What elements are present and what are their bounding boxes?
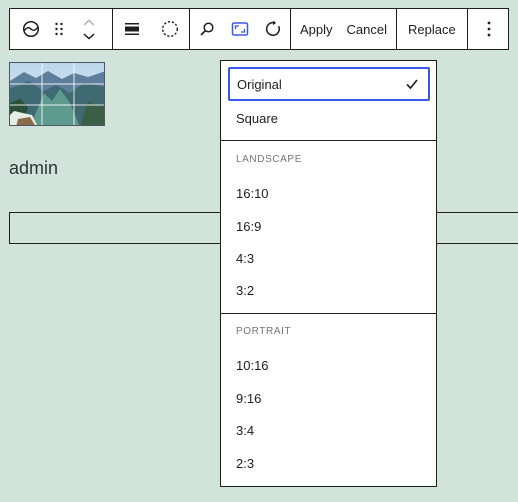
menu-item-2-3[interactable]: 2:3 <box>228 446 430 480</box>
rotate-icon <box>265 20 280 37</box>
more-vertical-icon <box>487 21 491 37</box>
menu-item-original[interactable]: Original <box>228 67 430 101</box>
menu-item-label: 3:4 <box>236 422 255 438</box>
menu-item-label: 2:3 <box>236 455 255 471</box>
search-icon <box>200 22 214 36</box>
options-group <box>468 9 510 49</box>
menu-item-3-4[interactable]: 3:4 <box>228 413 430 447</box>
move-down-icon[interactable] <box>82 31 96 41</box>
menu-item-label: Original <box>237 76 282 92</box>
crop-actions-group: Apply Cancel <box>291 9 397 49</box>
menu-section-portrait: PORTRAIT 10:16 9:16 3:4 2:3 <box>221 314 436 486</box>
menu-section-original: Original Square <box>221 61 436 140</box>
menu-item-3-2[interactable]: 3:2 <box>228 273 430 307</box>
menu-section-landscape: LANDSCAPE 16:10 16:9 4:3 3:2 <box>221 141 436 313</box>
drag-handle-icon <box>55 22 63 36</box>
move-buttons <box>66 9 112 49</box>
zoom-button[interactable] <box>190 9 224 49</box>
replace-group: Replace <box>397 9 468 49</box>
drag-handle[interactable] <box>52 9 66 49</box>
avatar-image-crop[interactable] <box>9 62 105 126</box>
aspect-ratio-icon <box>231 22 249 36</box>
avatar-block-icon <box>22 20 40 38</box>
menu-item-label: 4:3 <box>236 250 255 266</box>
crop-tools-group <box>190 9 291 49</box>
portrait-group-label: PORTRAIT <box>236 326 292 337</box>
rotate-button[interactable] <box>256 9 290 49</box>
menu-item-label: 9:16 <box>236 390 262 406</box>
aspect-ratio-menu: Original Square LANDSCAPE 16:10 16:9 4:3… <box>220 60 437 487</box>
menu-item-label: Square <box>236 110 278 126</box>
menu-item-16-9[interactable]: 16:9 <box>228 209 430 243</box>
replace-button[interactable]: Replace <box>399 9 465 49</box>
menu-item-square[interactable]: Square <box>228 101 430 135</box>
menu-item-label: 3:2 <box>236 282 255 298</box>
landscape-photo <box>10 63 104 125</box>
align-button[interactable] <box>113 9 151 49</box>
align-shape-group <box>113 9 190 49</box>
move-up-icon[interactable] <box>82 18 96 28</box>
align-none-icon <box>125 23 139 35</box>
more-options-button[interactable] <box>468 9 510 49</box>
menu-item-10-16[interactable]: 10:16 <box>228 348 430 382</box>
cancel-button[interactable]: Cancel <box>340 9 394 49</box>
author-name: admin <box>9 158 59 178</box>
block-switcher-group <box>10 9 113 49</box>
menu-item-16-10[interactable]: 16:10 <box>228 176 430 210</box>
menu-item-label: 16:9 <box>236 218 262 234</box>
block-toolbar: Apply Cancel Replace <box>9 8 509 50</box>
check-icon <box>406 79 418 90</box>
menu-item-9-16[interactable]: 9:16 <box>228 381 430 415</box>
menu-item-label: 10:16 <box>236 357 269 373</box>
menu-item-4-3[interactable]: 4:3 <box>228 241 430 275</box>
menu-item-label: 16:10 <box>236 185 269 201</box>
aspect-ratio-button[interactable] <box>224 9 256 49</box>
landscape-group-label: LANDSCAPE <box>236 154 302 165</box>
block-type-button[interactable] <box>10 9 52 49</box>
circle-crop-button[interactable] <box>151 9 189 49</box>
dashed-circle-icon <box>161 20 179 38</box>
apply-button[interactable]: Apply <box>293 9 340 49</box>
